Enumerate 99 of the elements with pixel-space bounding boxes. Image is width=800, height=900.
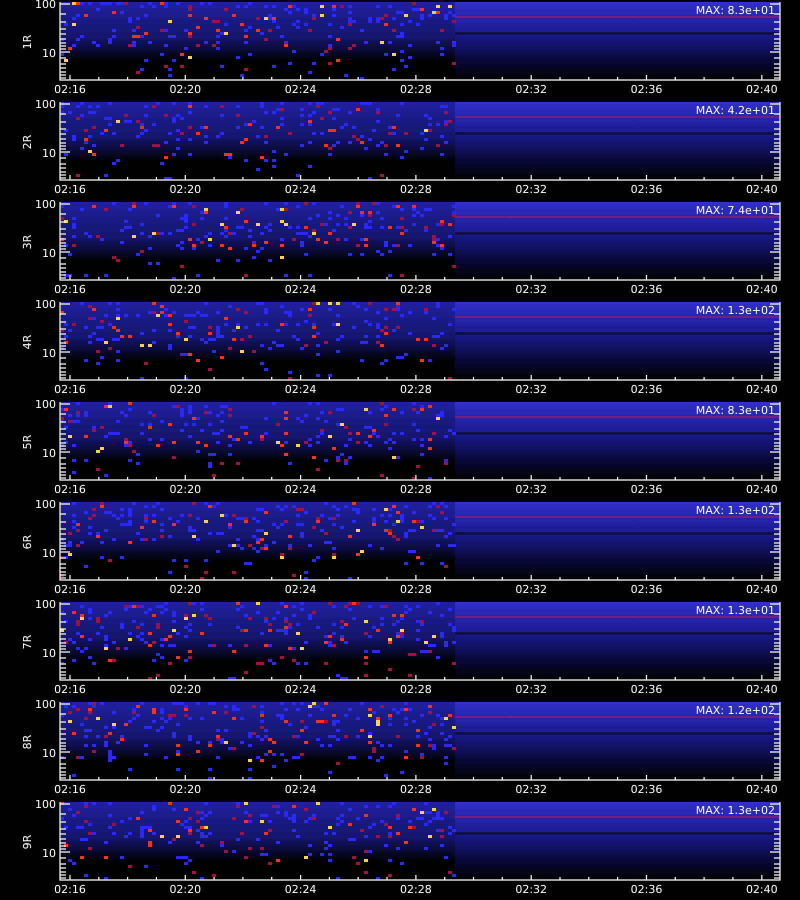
y-tick-label: 10	[42, 647, 56, 660]
x-tick-label: 02:40	[746, 483, 778, 496]
x-tick-label: 02:24	[284, 183, 316, 196]
max-value-label: MAX: 8.3e+01	[696, 404, 775, 417]
x-tick-label: 02:20	[169, 483, 202, 496]
x-tick-label: 02:16	[54, 183, 86, 196]
y-tick-label: 10	[42, 47, 56, 60]
x-tick-label: 02:24	[284, 483, 316, 496]
y-tick-label: 100	[35, 0, 56, 11]
x-tick-label: 02:24	[284, 83, 316, 96]
y-tick-label: 10	[42, 847, 56, 860]
x-tick-label: 02:40	[746, 583, 778, 596]
x-tick-label: 02:28	[400, 383, 432, 396]
y-tick-label: 100	[35, 100, 56, 111]
x-tick-label: 02:28	[400, 183, 432, 196]
x-tick-label: 02:16	[54, 583, 86, 596]
x-tick-label: 02:36	[630, 683, 662, 696]
x-tick-label: 02:24	[284, 383, 316, 396]
max-value-label: MAX: 1.3e+01	[696, 604, 775, 617]
x-tick-label: 02:40	[746, 383, 778, 396]
x-tick-label: 02:32	[515, 183, 548, 196]
max-value-label: MAX: 1.2e+02	[696, 704, 775, 717]
x-tick-label: 02:32	[515, 483, 548, 496]
x-tick-label: 02:32	[515, 83, 548, 96]
max-value-label: MAX: 8.3e+01	[696, 4, 775, 17]
x-tick-label: 02:32	[515, 883, 548, 896]
x-tick-label: 02:16	[54, 683, 86, 696]
panel-label: 2R	[21, 134, 34, 150]
x-tick-label: 02:32	[515, 283, 548, 296]
panel-label: 8R	[21, 734, 34, 750]
x-tick-label: 02:24	[284, 783, 316, 796]
x-tick-label: 02:16	[54, 383, 86, 396]
x-tick-label: 02:20	[169, 583, 202, 596]
x-tick-label: 02:40	[746, 683, 778, 696]
max-value-label: MAX: 7.4e+01	[696, 204, 775, 217]
x-tick-label: 02:20	[169, 683, 202, 696]
y-tick-label: 100	[35, 800, 56, 811]
y-tick-label: 100	[35, 700, 56, 711]
x-tick-label: 02:32	[515, 683, 548, 696]
x-tick-label: 02:28	[400, 683, 432, 696]
y-tick-label: 10	[42, 247, 56, 260]
x-tick-label: 02:16	[54, 483, 86, 496]
panel-label: 3R	[21, 234, 34, 250]
x-tick-label: 02:20	[169, 283, 202, 296]
x-tick-label: 02:32	[515, 783, 548, 796]
panel-label: 7R	[21, 634, 34, 650]
x-tick-label: 02:20	[169, 883, 202, 896]
y-tick-label: 10	[42, 447, 56, 460]
max-value-label: MAX: 1.3e+02	[696, 304, 775, 317]
x-tick-label: 02:28	[400, 283, 432, 296]
x-tick-label: 02:16	[54, 283, 86, 296]
x-tick-label: 02:40	[746, 283, 778, 296]
y-tick-label: 100	[35, 200, 56, 211]
y-tick-label: 100	[35, 500, 56, 511]
x-tick-label: 02:28	[400, 83, 432, 96]
panel-label: 4R	[21, 334, 34, 350]
max-value-label: MAX: 4.2e+01	[696, 104, 775, 117]
x-tick-label: 02:20	[169, 383, 202, 396]
x-tick-label: 02:16	[54, 783, 86, 796]
x-tick-label: 02:36	[630, 383, 662, 396]
x-tick-label: 02:32	[515, 383, 548, 396]
x-tick-label: 02:32	[515, 583, 548, 596]
x-tick-label: 02:28	[400, 483, 432, 496]
x-tick-label: 02:20	[169, 83, 202, 96]
x-tick-label: 02:36	[630, 183, 662, 196]
x-tick-label: 02:36	[630, 883, 662, 896]
panel-label: 1R	[21, 34, 34, 50]
x-tick-label: 02:36	[630, 83, 662, 96]
y-tick-label: 10	[42, 547, 56, 560]
x-tick-label: 02:24	[284, 683, 316, 696]
x-tick-label: 02:24	[284, 583, 316, 596]
x-tick-label: 02:40	[746, 783, 778, 796]
x-tick-label: 02:40	[746, 883, 778, 896]
panel-label: 9R	[21, 834, 34, 850]
y-tick-label: 100	[35, 400, 56, 411]
x-tick-label: 02:36	[630, 783, 662, 796]
x-tick-label: 02:36	[630, 283, 662, 296]
max-value-label: MAX: 1.3e+02	[696, 504, 775, 517]
x-tick-label: 02:24	[284, 283, 316, 296]
x-tick-label: 02:28	[400, 783, 432, 796]
x-tick-label: 02:40	[746, 183, 778, 196]
panel-label: 5R	[21, 434, 34, 450]
max-value-label: MAX: 1.3e+02	[696, 804, 775, 817]
x-tick-label: 02:20	[169, 783, 202, 796]
y-tick-label: 100	[35, 300, 56, 311]
x-tick-label: 02:16	[54, 883, 86, 896]
x-tick-label: 02:24	[284, 883, 316, 896]
x-tick-label: 02:40	[746, 83, 778, 96]
x-tick-label: 02:20	[169, 183, 202, 196]
x-tick-label: 02:28	[400, 883, 432, 896]
x-tick-label: 02:16	[54, 83, 86, 96]
x-tick-label: 02:36	[630, 483, 662, 496]
y-tick-label: 10	[42, 747, 56, 760]
panel-label: 6R	[21, 534, 34, 550]
y-tick-label: 10	[42, 347, 56, 360]
x-tick-label: 02:36	[630, 583, 662, 596]
y-tick-label: 100	[35, 600, 56, 611]
x-tick-label: 02:28	[400, 583, 432, 596]
y-tick-label: 10	[42, 147, 56, 160]
